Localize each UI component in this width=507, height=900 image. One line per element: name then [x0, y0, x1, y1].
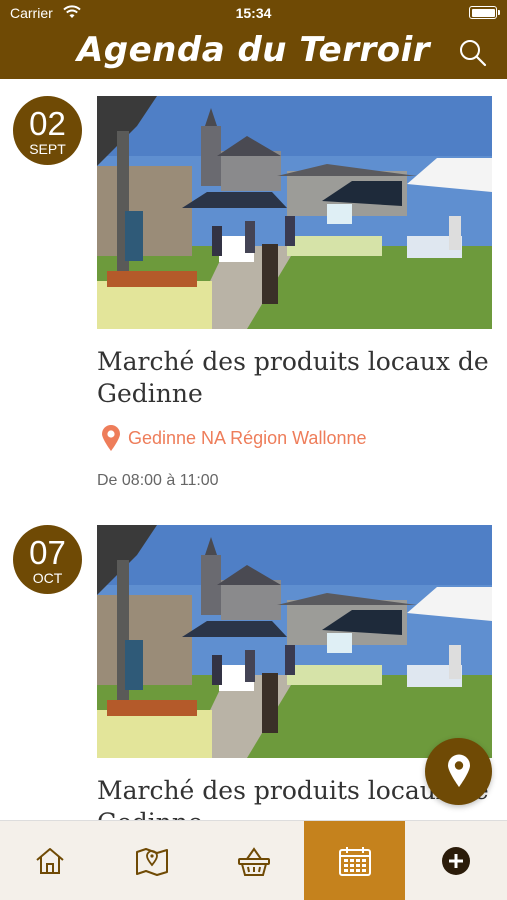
- event-photo[interactable]: [97, 96, 492, 329]
- bottom-tab-bar: [0, 820, 507, 900]
- date-day: 07: [29, 534, 66, 571]
- location-pin-icon: [448, 754, 470, 787]
- location-pin-icon: [100, 424, 122, 457]
- status-time: 15:34: [235, 5, 272, 21]
- date-day: 02: [29, 105, 66, 142]
- add-icon: [442, 847, 470, 875]
- map-icon: [136, 848, 168, 876]
- event-photo[interactable]: [97, 525, 492, 758]
- date-badge: 02 SEPT: [13, 96, 82, 165]
- date-month: SEPT: [29, 141, 66, 157]
- calendar-icon: [339, 847, 371, 876]
- search-button[interactable]: [458, 38, 488, 68]
- basket-icon: [238, 847, 270, 876]
- event-hours: De 08:00 à 11:00: [97, 472, 219, 489]
- date-badge: 07 OCT: [13, 525, 82, 594]
- status-bar: Carrier 15:34: [0, 0, 507, 28]
- tab-agenda[interactable]: [304, 821, 405, 900]
- page-title: Agenda du Terroir: [76, 30, 431, 70]
- tab-home[interactable]: [0, 821, 101, 900]
- battery-icon: [469, 6, 500, 19]
- app-header: Carrier 15:34 Agenda du Terroir: [0, 0, 507, 79]
- location-text: Gedinne NA Région Wallonne: [128, 428, 367, 448]
- event-title[interactable]: Marché des produits locaux de Gedinne: [97, 346, 497, 410]
- map-view-button[interactable]: [425, 738, 492, 805]
- tab-add[interactable]: [406, 821, 507, 900]
- tab-map[interactable]: [101, 821, 202, 900]
- search-icon: [460, 40, 487, 67]
- tab-shop[interactable]: [203, 821, 304, 900]
- date-month: OCT: [32, 570, 63, 586]
- home-icon: [36, 848, 64, 874]
